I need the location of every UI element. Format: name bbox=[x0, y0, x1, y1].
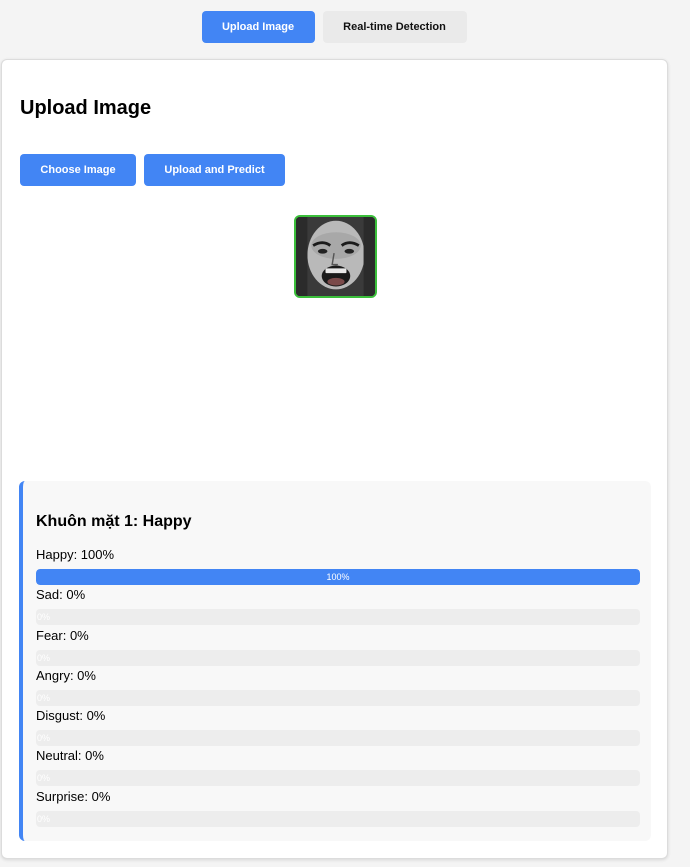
emotion-label: Disgust: 0% bbox=[36, 708, 106, 724]
emotion-progress-text: 0% bbox=[37, 612, 51, 623]
emotion-progress-bar: 0% bbox=[36, 770, 640, 787]
image-preview bbox=[294, 215, 377, 298]
emotion-label: Fear: 0% bbox=[36, 627, 89, 643]
emotion-progress-bar: 0% bbox=[36, 810, 640, 827]
emotion-label: Angry: 0% bbox=[36, 667, 96, 683]
upload-predict-button[interactable]: Upload and Predict bbox=[144, 154, 285, 186]
emotion-progress-text: 0% bbox=[37, 813, 51, 824]
face-photo bbox=[296, 217, 375, 296]
emotion-progress-bar: 0% bbox=[36, 609, 640, 626]
emotion-progress-text: 0% bbox=[37, 652, 51, 663]
emotion-progress-bar: 0% bbox=[36, 730, 640, 747]
emotion-row: Disgust: 0% 0% bbox=[36, 708, 640, 748]
emotion-label: Sad: 0% bbox=[36, 587, 86, 603]
face-result-title: Khuôn mặt 1: Happy bbox=[36, 513, 192, 530]
tab-realtime-detection[interactable]: Real-time Detection bbox=[322, 11, 467, 43]
choose-image-button[interactable]: Choose Image bbox=[20, 154, 136, 186]
emotion-progress-text: 100% bbox=[326, 572, 350, 582]
emotion-list: Happy: 100% 100% Sad: 0% 0% Fear: 0% 0% Angry:… bbox=[36, 547, 640, 829]
emotion-progress-text: 0% bbox=[37, 733, 51, 744]
emotion-row: Angry: 0% 0% bbox=[36, 668, 640, 708]
emotion-progress-bar: 0% bbox=[36, 689, 640, 706]
emotion-label: Neutral: 0% bbox=[36, 748, 104, 764]
emotion-row: Fear: 0% 0% bbox=[36, 628, 640, 668]
emotion-progress-text: 0% bbox=[37, 773, 51, 784]
emotion-label: Happy: 100% bbox=[36, 547, 115, 562]
emotion-progress-bar: 0% bbox=[36, 649, 640, 666]
emotion-progress-text: 0% bbox=[37, 692, 51, 703]
emotion-row: Sad: 0% 0% bbox=[36, 587, 640, 627]
emotion-row: Surprise: 0% 0% bbox=[36, 789, 640, 829]
prediction-result: Khuôn mặt 1: Happy Happy: 100% 100% Sad: 0… bbox=[19, 481, 651, 841]
panel-title: Upload Image bbox=[20, 97, 152, 119]
tab-upload-image[interactable]: Upload Image bbox=[201, 11, 315, 43]
tab-bar: Upload Image Real-time Detection bbox=[0, 11, 668, 43]
emotion-row: Neutral: 0% 0% bbox=[36, 748, 640, 788]
upload-panel: Upload Image Choose Image Upload and Pre… bbox=[1, 59, 668, 859]
emotion-label: Surprise: 0% bbox=[36, 788, 111, 804]
emotion-row: Happy: 100% 100% bbox=[36, 547, 640, 587]
emotion-progress-bar: 100% bbox=[36, 569, 640, 585]
